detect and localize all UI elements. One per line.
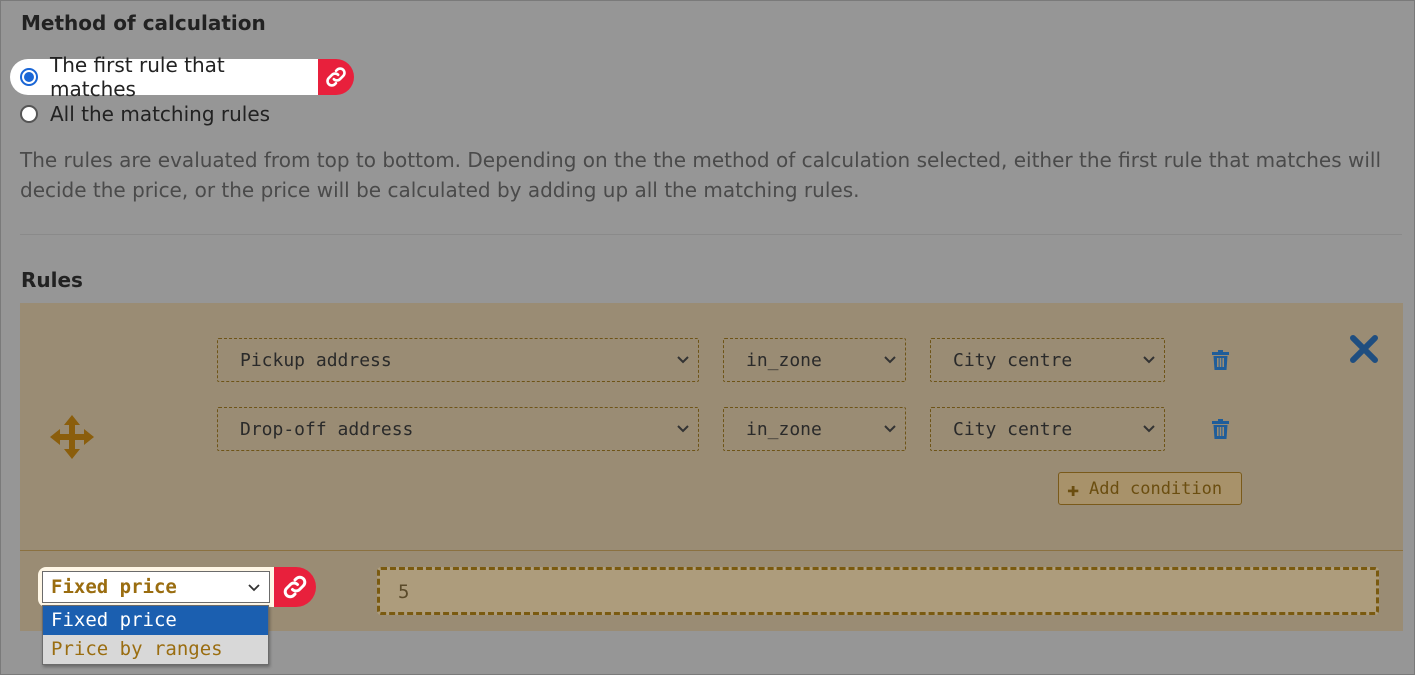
move-arrows-icon[interactable]	[50, 415, 94, 463]
condition-operator-select[interactable]: in_zone	[723, 407, 906, 451]
condition-field-select[interactable]: Pickup address	[217, 338, 699, 382]
select-value: Pickup address	[240, 349, 392, 371]
select-value: Fixed price	[51, 576, 177, 598]
select-value: in_zone	[746, 418, 822, 440]
condition-operator-select[interactable]: in_zone	[723, 338, 906, 382]
method-title: Method of calculation	[21, 11, 266, 35]
divider	[20, 234, 1402, 235]
radio-label: All the matching rules	[50, 102, 271, 126]
trash-icon[interactable]	[1212, 419, 1229, 443]
price-type-select-wrapper: Fixed price	[38, 567, 274, 607]
radio-label: The first rule that matches	[50, 53, 225, 101]
dropdown-option-price-by-ranges[interactable]: Price by ranges	[43, 635, 268, 664]
chevron-down-icon	[1143, 356, 1155, 364]
chevron-down-icon	[884, 356, 896, 364]
select-value: Drop-off address	[240, 418, 414, 440]
close-x-icon[interactable]	[1348, 333, 1380, 369]
radio-button-checked[interactable]	[20, 68, 38, 86]
price-type-select[interactable]: Fixed price	[42, 571, 270, 603]
condition-value-select[interactable]: City centre	[930, 407, 1165, 451]
add-condition-label: Add condition	[1089, 478, 1223, 499]
condition-value-select[interactable]: City centre	[930, 338, 1165, 382]
radio-first-rule[interactable]: The first rule that matches	[10, 53, 318, 101]
chevron-down-icon	[677, 356, 689, 364]
trash-icon[interactable]	[1212, 350, 1229, 374]
chevron-down-icon	[248, 584, 260, 592]
add-condition-button[interactable]: ✚ Add condition	[1058, 472, 1242, 505]
dropdown-option-fixed-price[interactable]: Fixed price	[43, 606, 268, 635]
plus-icon: ✚	[1067, 476, 1080, 501]
condition-field-select[interactable]: Drop-off address	[217, 407, 699, 451]
chevron-down-icon	[1143, 425, 1155, 433]
price-value-input[interactable]: 5	[377, 567, 1379, 615]
price-type-dropdown-list: Fixed price Price by ranges	[42, 605, 269, 665]
select-value: City centre	[953, 349, 1073, 371]
link-icon[interactable]	[274, 567, 316, 607]
select-value: in_zone	[746, 349, 822, 371]
chevron-down-icon	[677, 425, 689, 433]
radio-all-rules[interactable]: All the matching rules	[20, 96, 270, 132]
chevron-down-icon	[884, 425, 896, 433]
link-icon[interactable]	[318, 59, 354, 95]
rules-title: Rules	[21, 268, 83, 292]
radio-button[interactable]	[20, 105, 38, 123]
select-value: City centre	[953, 418, 1073, 440]
method-description: The rules are evaluated from top to bott…	[20, 148, 1382, 202]
